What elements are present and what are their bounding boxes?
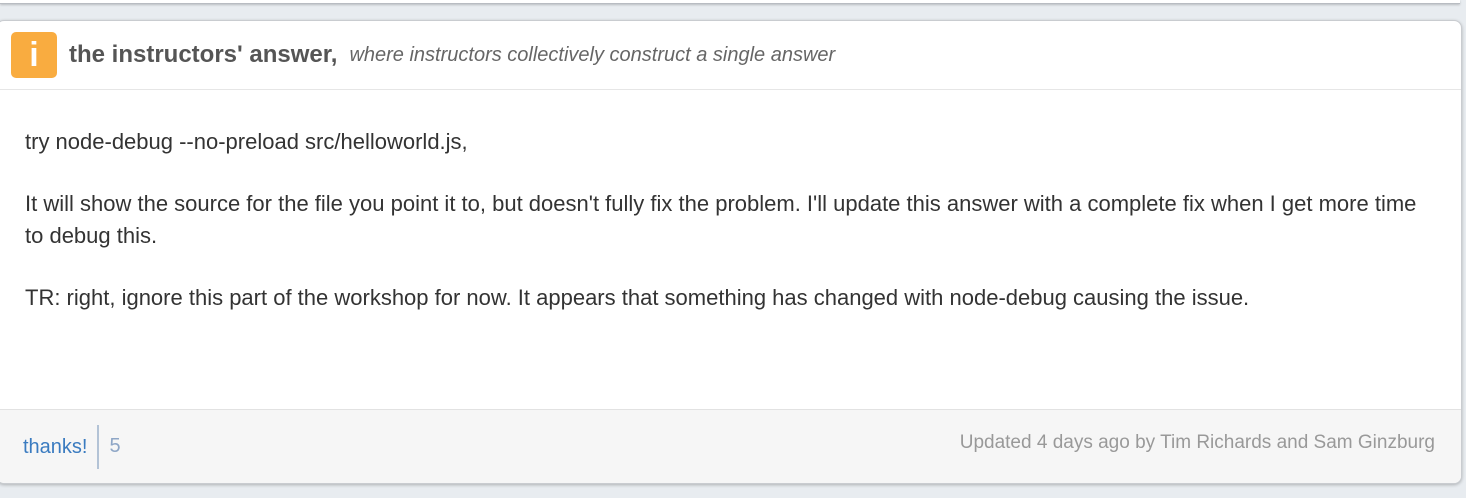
thanks-button[interactable]: thanks!: [23, 424, 100, 469]
answer-title: the instructors' answer,: [69, 41, 338, 68]
info-icon: i: [11, 32, 57, 78]
answer-paragraph: It will show the source for the file you…: [25, 191, 1417, 248]
instructors-answer-card: i the instructors' answer, where instruc…: [0, 20, 1462, 484]
answer-subtitle: where instructors collectively construct…: [349, 43, 836, 66]
updated-info: Updated 4 days ago by Tim Richards and S…: [959, 431, 1435, 453]
thanks-count: 5: [109, 435, 121, 457]
previous-card-edge: [0, 0, 1460, 4]
answer-footer: thanks! 5 Updated 4 days ago by Tim Rich…: [0, 409, 1461, 483]
answer-body: try node-debug --no-preload src/hellowor…: [0, 90, 1461, 409]
answer-header: i the instructors' answer, where instruc…: [0, 21, 1461, 90]
answer-paragraph: TR: right, ignore this part of the works…: [25, 285, 1250, 310]
answer-paragraph: try node-debug --no-preload src/hellowor…: [25, 129, 468, 154]
